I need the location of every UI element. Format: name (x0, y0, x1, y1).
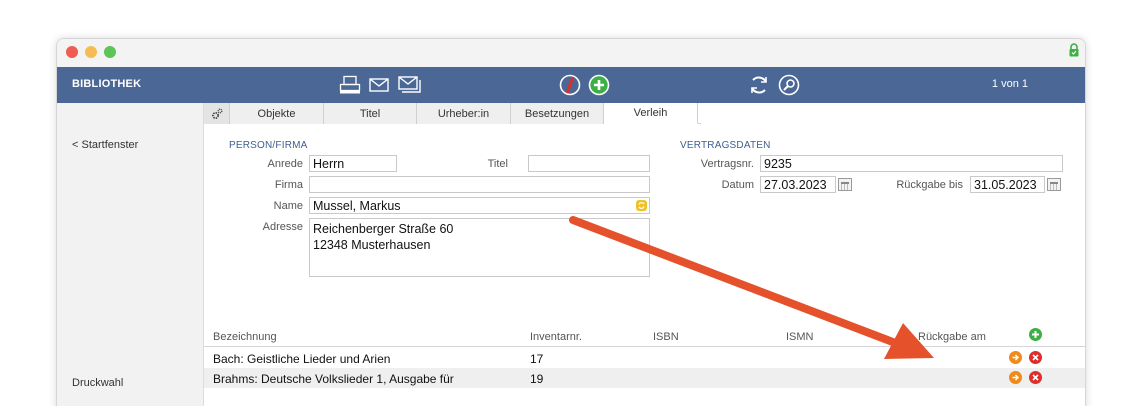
new-record-icon[interactable] (587, 73, 611, 97)
vertragsnr-label: Vertragsnr. (700, 158, 754, 170)
close-window-button[interactable] (66, 46, 78, 58)
tab-titel[interactable]: Titel (324, 103, 417, 124)
delete-record-icon[interactable] (558, 73, 582, 97)
contract-section-title: VERTRAGSDATEN (680, 140, 771, 151)
lookup-icon[interactable] (636, 200, 647, 211)
column-header-bezeichnung[interactable]: Bezeichnung (213, 331, 277, 343)
goto-icon[interactable] (1009, 351, 1022, 364)
firma-label: Firma (274, 179, 303, 191)
print-selection-link[interactable]: Druckwahl (72, 377, 123, 389)
mail-stack-icon[interactable] (398, 73, 422, 97)
window-titlebar (57, 39, 1085, 67)
adresse-line-1: Reichenberger Straße 60 (313, 222, 454, 236)
calendar-icon[interactable] (838, 178, 852, 191)
goto-icon[interactable] (1009, 371, 1022, 384)
remove-row-icon[interactable] (1029, 351, 1042, 364)
row-bezeichnung: Bach: Geistliche Lieder und Arien (213, 352, 391, 366)
name-label: Name (273, 200, 303, 212)
adresse-line-2: 12348 Musterhausen (313, 238, 431, 252)
remove-row-icon[interactable] (1029, 371, 1042, 384)
vertragsnr-field[interactable]: 9235 (760, 155, 1063, 172)
rueckgabe-bis-label: Rückgabe bis (896, 179, 963, 191)
adresse-field[interactable]: Reichenberger Straße 60 12348 Musterhaus… (309, 218, 650, 277)
anrede-field[interactable]: Herrn (309, 155, 397, 172)
table-row[interactable]: Bach: Geistliche Lieder und Arien 17 (204, 348, 1085, 368)
person-section-title: PERSON/FIRMA (229, 140, 308, 151)
sidebar: < Startfenster Druckwahl (57, 103, 204, 406)
tab-besetzungen[interactable]: Besetzungen (511, 103, 604, 124)
gear-icon[interactable] (204, 103, 230, 124)
minimize-window-button[interactable] (85, 46, 97, 58)
firma-field[interactable] (309, 176, 650, 193)
printer-icon[interactable] (339, 73, 361, 97)
search-icon[interactable] (777, 73, 801, 97)
titel-field[interactable] (528, 155, 650, 172)
tab-verleih[interactable]: Verleih (604, 103, 698, 124)
table-row[interactable]: Brahms: Deutsche Volkslieder 1, Ausgabe … (204, 368, 1085, 388)
datum-field[interactable]: 27.03.2023 (760, 176, 836, 193)
column-header-isbn[interactable]: ISBN (653, 331, 679, 343)
anrede-label: Anrede (267, 158, 303, 170)
row-bezeichnung: Brahms: Deutsche Volkslieder 1, Ausgabe … (213, 372, 454, 386)
zoom-window-button[interactable] (104, 46, 116, 58)
row-inventarnr: 19 (530, 372, 544, 386)
column-header-rueckgabe-am[interactable]: Rückgabe am (918, 331, 986, 343)
add-row-icon[interactable] (1029, 328, 1042, 341)
mail-icon[interactable] (368, 73, 390, 97)
tab-objekte[interactable]: Objekte (230, 103, 324, 124)
adresse-label: Adresse (262, 221, 303, 233)
rueckgabe-bis-field[interactable]: 31.05.2023 (970, 176, 1045, 193)
tab-urheber[interactable]: Urheber:in (417, 103, 511, 124)
refresh-icon[interactable] (747, 73, 771, 97)
row-inventarnr: 17 (530, 352, 544, 366)
calendar-icon[interactable] (1047, 178, 1061, 191)
toolbar: BIBLIOTHEK 1 von 1 (57, 67, 1085, 103)
name-field[interactable]: Mussel, Markus (309, 197, 650, 214)
lock-icon (1069, 43, 1079, 57)
tab-bar: Objekte Titel Urheber:in Besetzungen Ver… (204, 103, 701, 124)
titel-label: Titel (487, 158, 508, 170)
app-title: BIBLIOTHEK (72, 78, 142, 90)
loan-table-header: Bezeichnung Inventarnr. ISBN ISMN Rückga… (204, 327, 1085, 347)
column-header-inventarnr[interactable]: Inventarnr. (530, 331, 582, 343)
datum-label: Datum (721, 179, 754, 191)
back-to-start-link[interactable]: < Startfenster (72, 139, 138, 151)
column-header-ismn[interactable]: ISMN (786, 331, 814, 343)
app-window: BIBLIOTHEK 1 von 1 < Startfenster Druckw… (56, 38, 1086, 406)
record-count: 1 von 1 (991, 78, 1028, 90)
